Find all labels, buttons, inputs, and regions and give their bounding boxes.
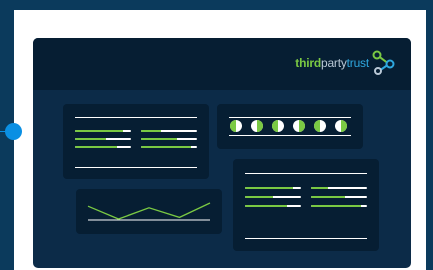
progress-bar-fill bbox=[141, 138, 178, 140]
bottom-divider bbox=[245, 238, 367, 239]
brand-logo: thirdpartytrust bbox=[295, 50, 397, 76]
progress-bar-fill bbox=[141, 130, 161, 132]
line-widget-graphic bbox=[87, 202, 211, 221]
progress-bar-fill bbox=[141, 146, 192, 148]
progress-bar-fill bbox=[75, 138, 106, 140]
progress-bar bbox=[141, 138, 197, 140]
dashboard-mockup: thirdpartytrust bbox=[33, 38, 411, 268]
logo-text-trust: trust bbox=[346, 56, 370, 70]
status-circle-fill bbox=[341, 120, 347, 132]
bottom-divider bbox=[75, 167, 197, 168]
bars-widget-card bbox=[63, 104, 209, 179]
progress-bar bbox=[245, 187, 301, 189]
progress-bar-fill bbox=[311, 196, 345, 198]
progress-bar bbox=[75, 130, 131, 132]
status-circle-fill bbox=[314, 120, 320, 132]
progress-bar-fill bbox=[311, 187, 328, 189]
progress-bar bbox=[311, 205, 367, 207]
progress-bar bbox=[75, 146, 131, 148]
bottom-divider bbox=[229, 135, 351, 136]
status-circle-fill bbox=[257, 120, 263, 132]
logo-text-party: party bbox=[320, 56, 347, 70]
status-circle-fill bbox=[299, 120, 305, 132]
status-circle bbox=[251, 120, 263, 132]
progress-bar bbox=[75, 138, 131, 140]
progress-bar bbox=[245, 205, 301, 207]
top-divider bbox=[229, 117, 351, 118]
progress-bar bbox=[311, 196, 367, 198]
progress-bar bbox=[245, 196, 301, 198]
connector-dot bbox=[5, 123, 22, 140]
logo-network-icon bbox=[372, 50, 395, 75]
status-circle-fill bbox=[230, 120, 236, 132]
progress-bar-fill bbox=[245, 196, 273, 198]
status-circle bbox=[230, 120, 242, 132]
status-circle bbox=[314, 120, 326, 132]
progress-bar bbox=[311, 187, 367, 189]
status-circle bbox=[335, 120, 347, 132]
logo-text: thirdpartytrust bbox=[295, 56, 369, 70]
status-circle-fill bbox=[272, 120, 278, 132]
status-circle bbox=[272, 120, 284, 132]
progress-bar-fill bbox=[245, 187, 293, 189]
logo-text-third: third bbox=[295, 56, 321, 70]
bars-widget-card-2 bbox=[233, 159, 379, 251]
progress-bar-fill bbox=[75, 146, 117, 148]
dashboard-header: thirdpartytrust bbox=[33, 38, 411, 90]
progress-bar-fill bbox=[311, 205, 362, 207]
progress-bar-fill bbox=[245, 205, 287, 207]
status-circle bbox=[293, 120, 305, 132]
progress-bar-fill bbox=[75, 130, 123, 132]
progress-bar bbox=[141, 130, 197, 132]
circles-widget-card bbox=[217, 104, 363, 149]
line-widget-card bbox=[76, 189, 222, 234]
line-trend bbox=[87, 202, 211, 220]
top-divider bbox=[75, 117, 197, 118]
top-divider bbox=[245, 173, 367, 174]
progress-bar bbox=[141, 146, 197, 148]
